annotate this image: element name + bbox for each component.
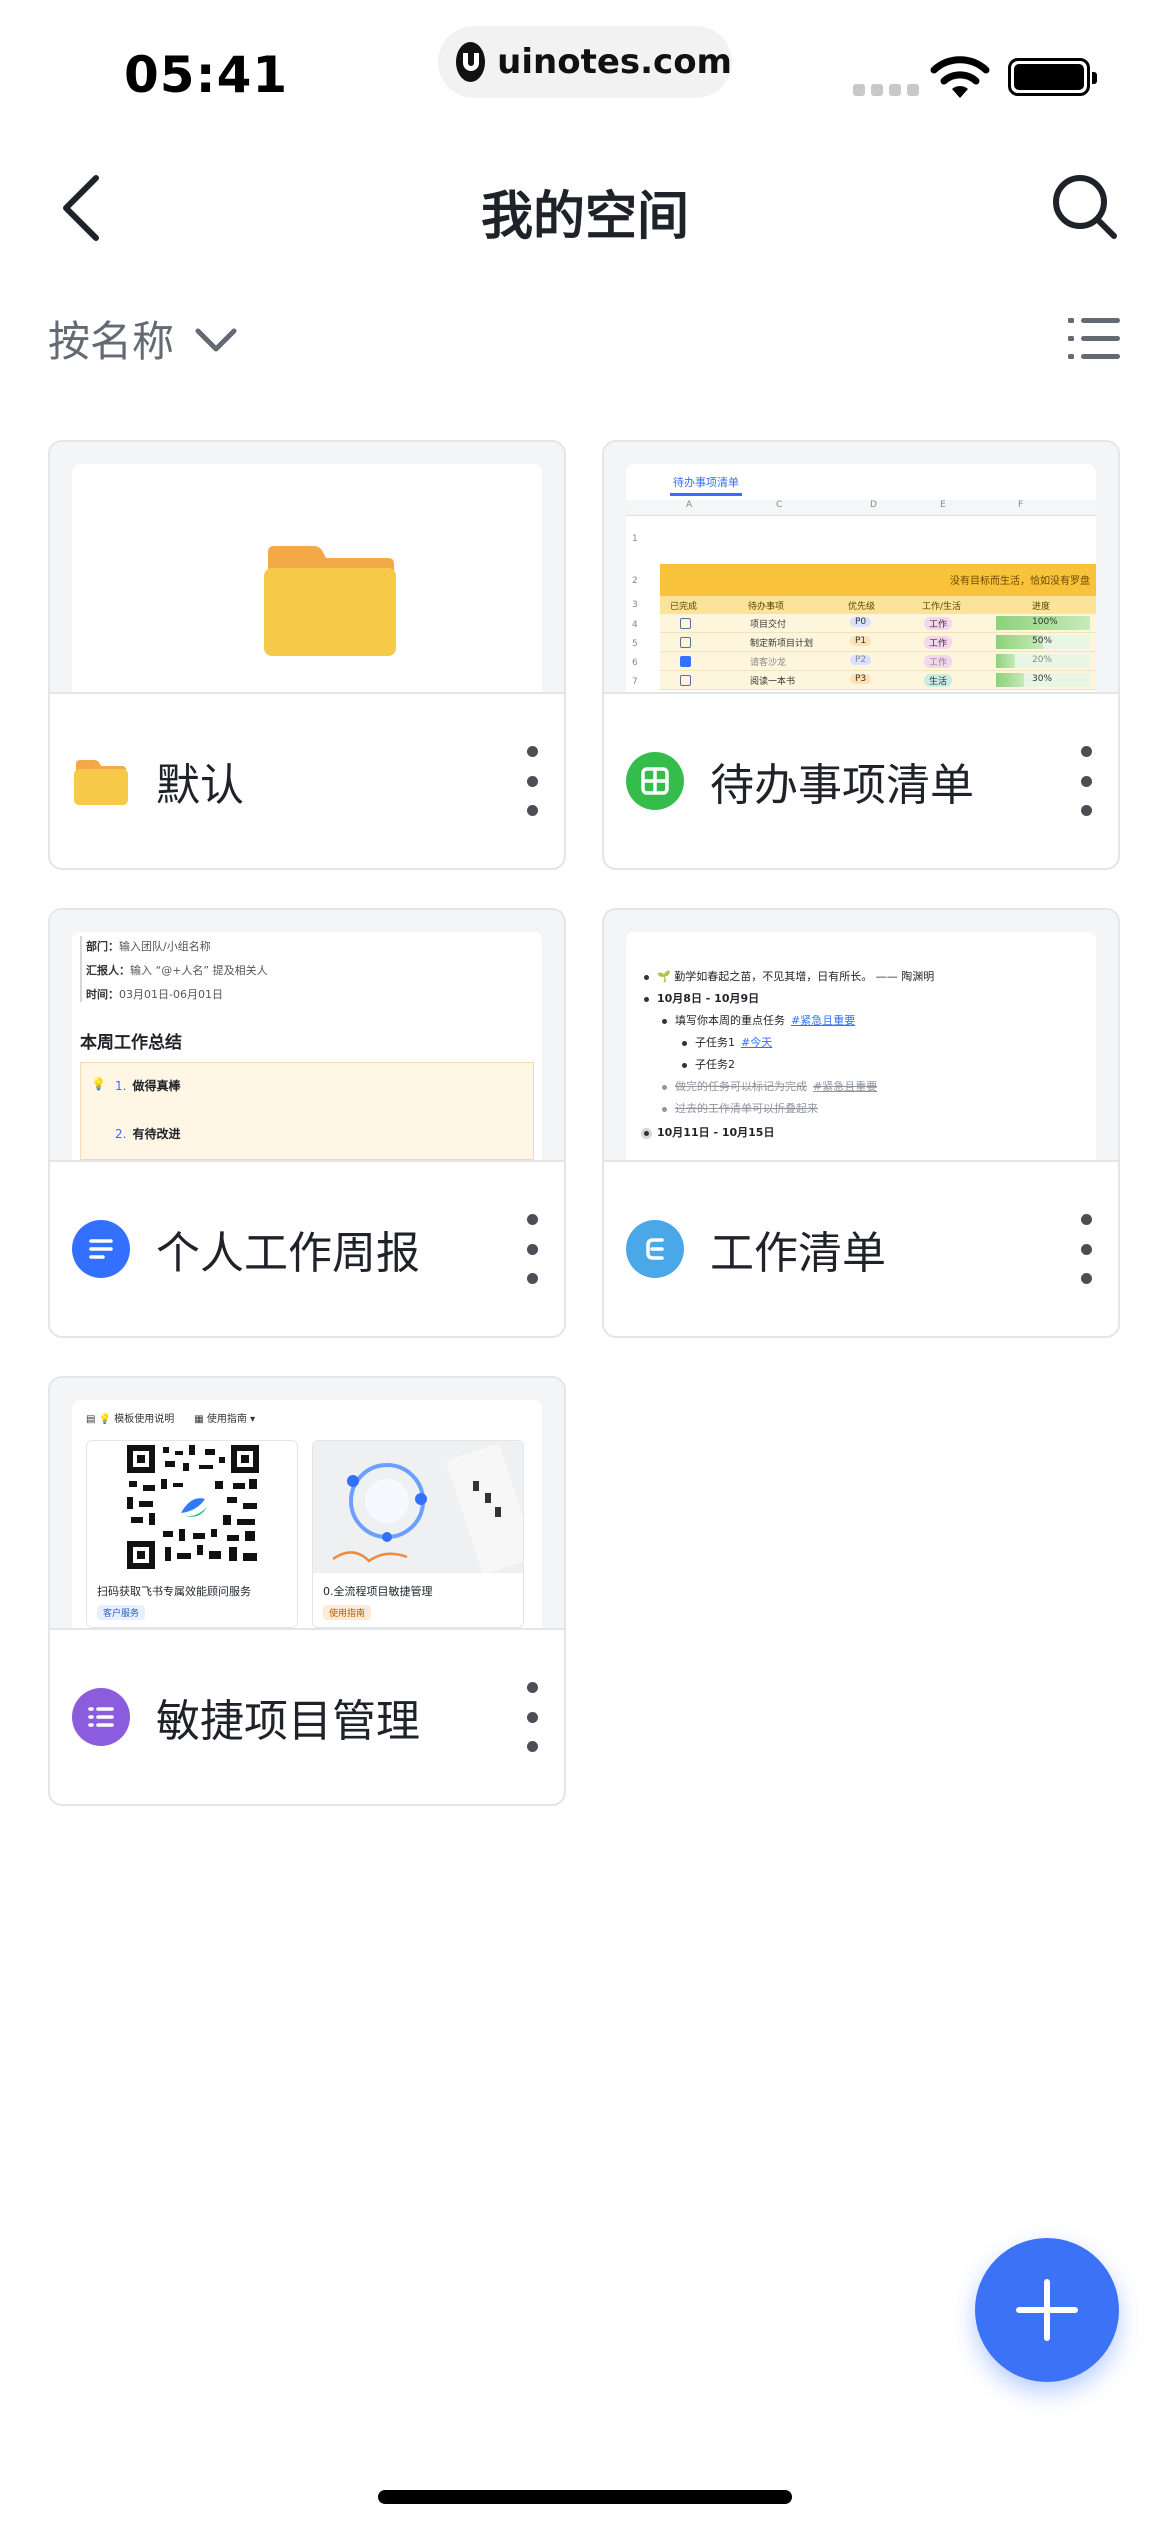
folder-card[interactable]: 默认	[48, 440, 566, 870]
sheet-card[interactable]: 待办事项清单 AC DE F 1 2 3 4 5 6 7 没有目标而生活，恰如没…	[602, 440, 1120, 870]
folder-icon	[264, 546, 396, 656]
watermark-badge: uinotes.com	[438, 26, 732, 98]
page-title: 我的空间	[480, 187, 689, 247]
gallery-card: 扫码获取飞书专属效能顾问服务 客户服务	[86, 1440, 298, 1628]
item-name: 敏捷项目管理	[156, 1696, 420, 1747]
doc-heading: 本周工作总结	[80, 1033, 182, 1053]
column-letters: AC DE F	[626, 500, 1096, 516]
more-options-button[interactable]	[522, 1214, 542, 1284]
checkbox-icon	[680, 637, 691, 648]
more-options-button[interactable]	[522, 1682, 542, 1752]
search-button[interactable]	[1050, 172, 1120, 242]
doc-card[interactable]: 部门：输入团队/小组名称 汇报人：输入 “@+人名” 提及相关人 时间：03月0…	[48, 908, 566, 1338]
progress-bar: 20%	[996, 654, 1090, 668]
checkbox-icon	[680, 675, 691, 686]
plus-icon	[1016, 2279, 1078, 2341]
bitable-card[interactable]: ▤ 💡 模板使用说明 ▦ 使用指南 ▾ 扫码获取飞书专属效能顾问服务 客户服务 …	[48, 1376, 566, 1806]
mindnote-card[interactable]: 🌱 勤学如春起之苗，不见其增，日有所长。 —— 陶渊明 10月8日 - 10月9…	[602, 908, 1120, 1338]
qr-code-image	[87, 1441, 297, 1573]
sheet-header-row: 已完成 待办事项 优先级 工作/生活 进度	[660, 596, 1096, 614]
sheet-row: 项目交付 P0 工作 100%	[660, 614, 1096, 633]
sort-label: 按名称	[48, 317, 175, 366]
status-time: 05:41	[124, 46, 289, 104]
sheet-icon	[626, 752, 684, 810]
chevron-down-icon	[195, 328, 237, 351]
bitable-icon	[72, 1688, 130, 1746]
watermark-logo-icon	[456, 42, 486, 82]
progress-bar: 50%	[996, 635, 1090, 649]
sheet-tab: 待办事项清单	[670, 474, 742, 496]
folder-preview	[50, 442, 564, 694]
sheet-row: 制定新项目计划 P1 工作 50%	[660, 633, 1096, 652]
more-options-button[interactable]	[1076, 1214, 1096, 1284]
checkbox-icon	[680, 618, 691, 629]
item-name: 待办事项清单	[710, 760, 974, 811]
doc-icon	[72, 1220, 130, 1278]
battery-icon	[1008, 58, 1097, 96]
mindnote-preview: 🌱 勤学如春起之苗，不见其增，日有所长。 —— 陶渊明 10月8日 - 10月9…	[604, 910, 1118, 1162]
sheet-col-header: 进度	[1032, 602, 1051, 612]
sheet-col-header: 待办事项	[748, 602, 785, 612]
checkbox-checked-icon	[680, 656, 691, 667]
bitable-preview: ▤ 💡 模板使用说明 ▦ 使用指南 ▾ 扫码获取飞书专属效能顾问服务 客户服务 …	[50, 1378, 564, 1630]
more-options-button[interactable]	[522, 746, 542, 816]
sheet-col-header: 工作/生活	[922, 602, 962, 612]
sheet-row: 阅读一本书 P3 生活 30%	[660, 671, 1096, 690]
sheet-banner-text: 没有目标而生活，恰如没有罗盘	[950, 576, 1090, 587]
lightbulb-icon: 💡	[91, 1077, 106, 1091]
more-options-button[interactable]	[1076, 746, 1096, 816]
item-name: 默认	[156, 760, 244, 811]
gallery-card: 0.全流程项目敏捷管理 使用指南	[312, 1440, 524, 1628]
sheet-banner: 没有目标而生活，恰如没有罗盘	[660, 564, 1096, 596]
doc-preview: 部门：输入团队/小组名称 汇报人：输入 “@+人名” 提及相关人 时间：03月0…	[50, 910, 564, 1162]
folder-icon	[74, 760, 128, 805]
watermark-text: uinotes.com	[497, 42, 732, 82]
item-name: 工作清单	[710, 1228, 886, 1279]
mindnote-icon	[626, 1220, 684, 1278]
sheet-row: 请客沙龙 P2 工作 20%	[660, 652, 1096, 671]
sheet-col-header: 已完成	[670, 602, 698, 612]
progress-bar: 30%	[996, 673, 1090, 687]
sheet-col-header: 优先级	[848, 602, 876, 612]
callout-block: 💡 1. 做得真棒 2. 有待改进	[80, 1062, 534, 1160]
sheet-preview: 待办事项清单 AC DE F 1 2 3 4 5 6 7 没有目标而生活，恰如没…	[604, 442, 1118, 694]
list-view-toggle[interactable]	[1068, 312, 1120, 364]
sort-dropdown[interactable]: 按名称	[48, 308, 240, 369]
cover-image	[313, 1441, 523, 1573]
item-name: 个人工作周报	[156, 1228, 420, 1279]
home-indicator	[378, 2490, 792, 2504]
wifi-icon	[930, 56, 990, 98]
progress-bar: 100%	[996, 616, 1090, 630]
create-new-button[interactable]	[975, 2238, 1119, 2382]
cellular-signal-icon	[853, 84, 919, 96]
